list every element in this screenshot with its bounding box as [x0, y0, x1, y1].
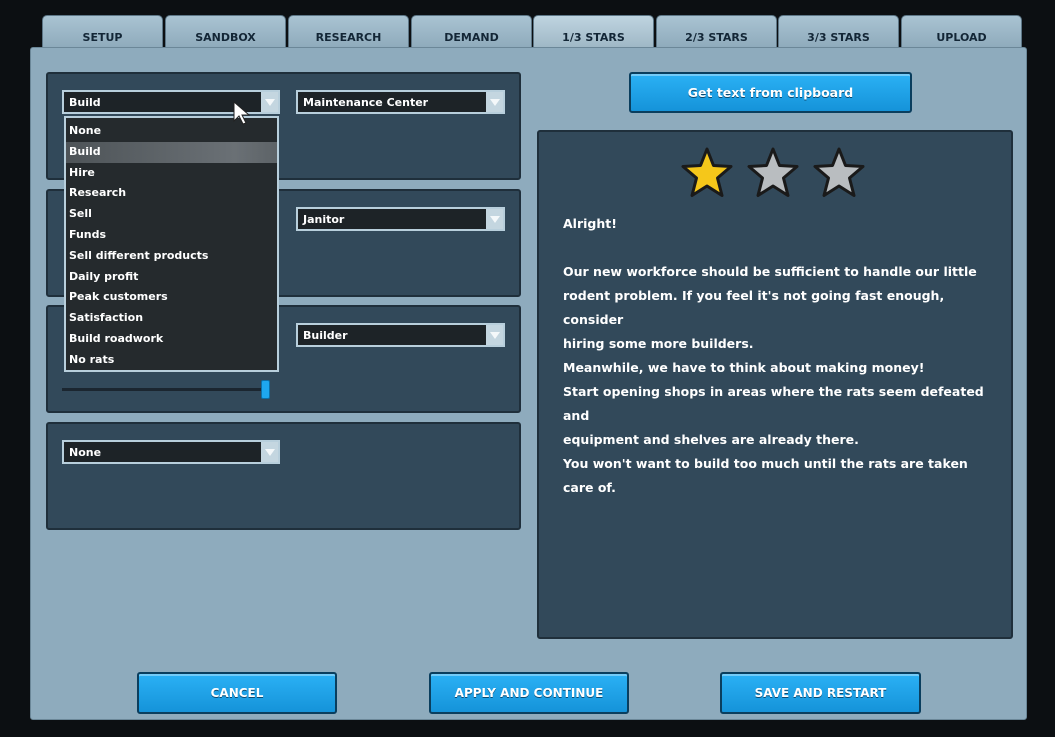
goal-2-target-value: Janitor — [303, 213, 345, 226]
dropdown-option[interactable]: Hire — [66, 163, 277, 184]
goal-2-target-dropdown[interactable]: Janitor — [296, 207, 505, 231]
amount-slider-thumb[interactable] — [261, 380, 270, 399]
dropdown-option[interactable]: No rats — [66, 350, 277, 371]
story-line: equipment and shelves are already there. — [563, 432, 859, 447]
story-line: Meanwhile, we have to think about making… — [563, 360, 925, 375]
mouse-cursor-icon — [233, 101, 251, 125]
goal-type-dropdown-list: None Build Hire Research Sell Funds Sell… — [64, 116, 279, 372]
star-icon-filled — [681, 147, 733, 197]
goal-1-type-value: Build — [69, 96, 101, 109]
star-icon-empty — [747, 147, 799, 197]
chevron-down-icon — [486, 209, 503, 229]
tab-demand[interactable]: DEMAND — [411, 15, 532, 47]
dropdown-option[interactable]: Research — [66, 183, 277, 204]
apply-and-continue-button[interactable]: APPLY AND CONTINUE — [429, 672, 629, 714]
get-text-from-clipboard-button[interactable]: Get text from clipboard — [629, 72, 912, 113]
story-line: hiring some more builders. — [563, 336, 754, 351]
story-line — [563, 236, 993, 260]
tab-upload[interactable]: UPLOAD — [901, 15, 1022, 47]
story-line: Alright! — [563, 216, 617, 231]
story-line: Our new workforce should be sufficient t… — [563, 264, 977, 279]
dropdown-option[interactable]: Build roadwork — [66, 329, 277, 350]
dropdown-option[interactable]: Sell different products — [66, 246, 277, 267]
dropdown-option[interactable]: Satisfaction — [66, 308, 277, 329]
story-line: rodent problem. If you feel it's not goi… — [563, 288, 945, 327]
tab-1-3-stars[interactable]: 1/3 STARS — [533, 15, 654, 47]
story-text: Alright! Our new workforce should be suf… — [563, 212, 993, 500]
dropdown-option[interactable]: Build — [66, 141, 277, 163]
dropdown-option[interactable]: Daily profit — [66, 267, 277, 288]
star-icon-empty — [813, 147, 865, 197]
cancel-button[interactable]: CANCEL — [137, 672, 337, 714]
story-line: You won't want to build too much until t… — [563, 456, 968, 495]
dropdown-option[interactable]: Sell — [66, 204, 277, 225]
goal-4-type-value: None — [69, 446, 102, 459]
goal-1-target-dropdown[interactable]: Maintenance Center — [296, 90, 505, 114]
goal-1-target-value: Maintenance Center — [303, 96, 429, 109]
tab-research[interactable]: RESEARCH — [288, 15, 409, 47]
dropdown-option[interactable]: Peak customers — [66, 287, 277, 308]
chevron-down-icon — [261, 92, 278, 112]
chevron-down-icon — [486, 325, 503, 345]
amount-slider-track[interactable] — [62, 388, 267, 391]
chevron-down-icon — [486, 92, 503, 112]
goal-4-type-dropdown[interactable]: None — [62, 440, 280, 464]
tab-sandbox[interactable]: SANDBOX — [165, 15, 286, 47]
tab-bar: SETUP SANDBOX RESEARCH DEMAND 1/3 STARS … — [42, 15, 1022, 47]
chevron-down-icon — [261, 442, 278, 462]
tab-setup[interactable]: SETUP — [42, 15, 163, 47]
story-text-panel: Alright! Our new workforce should be suf… — [537, 130, 1013, 639]
dropdown-option[interactable]: Funds — [66, 225, 277, 246]
story-line: Start opening shops in areas where the r… — [563, 384, 984, 423]
tab-2-3-stars[interactable]: 2/3 STARS — [656, 15, 777, 47]
goal-box-4 — [46, 422, 521, 530]
goal-3-target-value: Builder — [303, 329, 348, 342]
goal-3-target-dropdown[interactable]: Builder — [296, 323, 505, 347]
save-and-restart-button[interactable]: SAVE AND RESTART — [720, 672, 921, 714]
tab-3-3-stars[interactable]: 3/3 STARS — [778, 15, 899, 47]
